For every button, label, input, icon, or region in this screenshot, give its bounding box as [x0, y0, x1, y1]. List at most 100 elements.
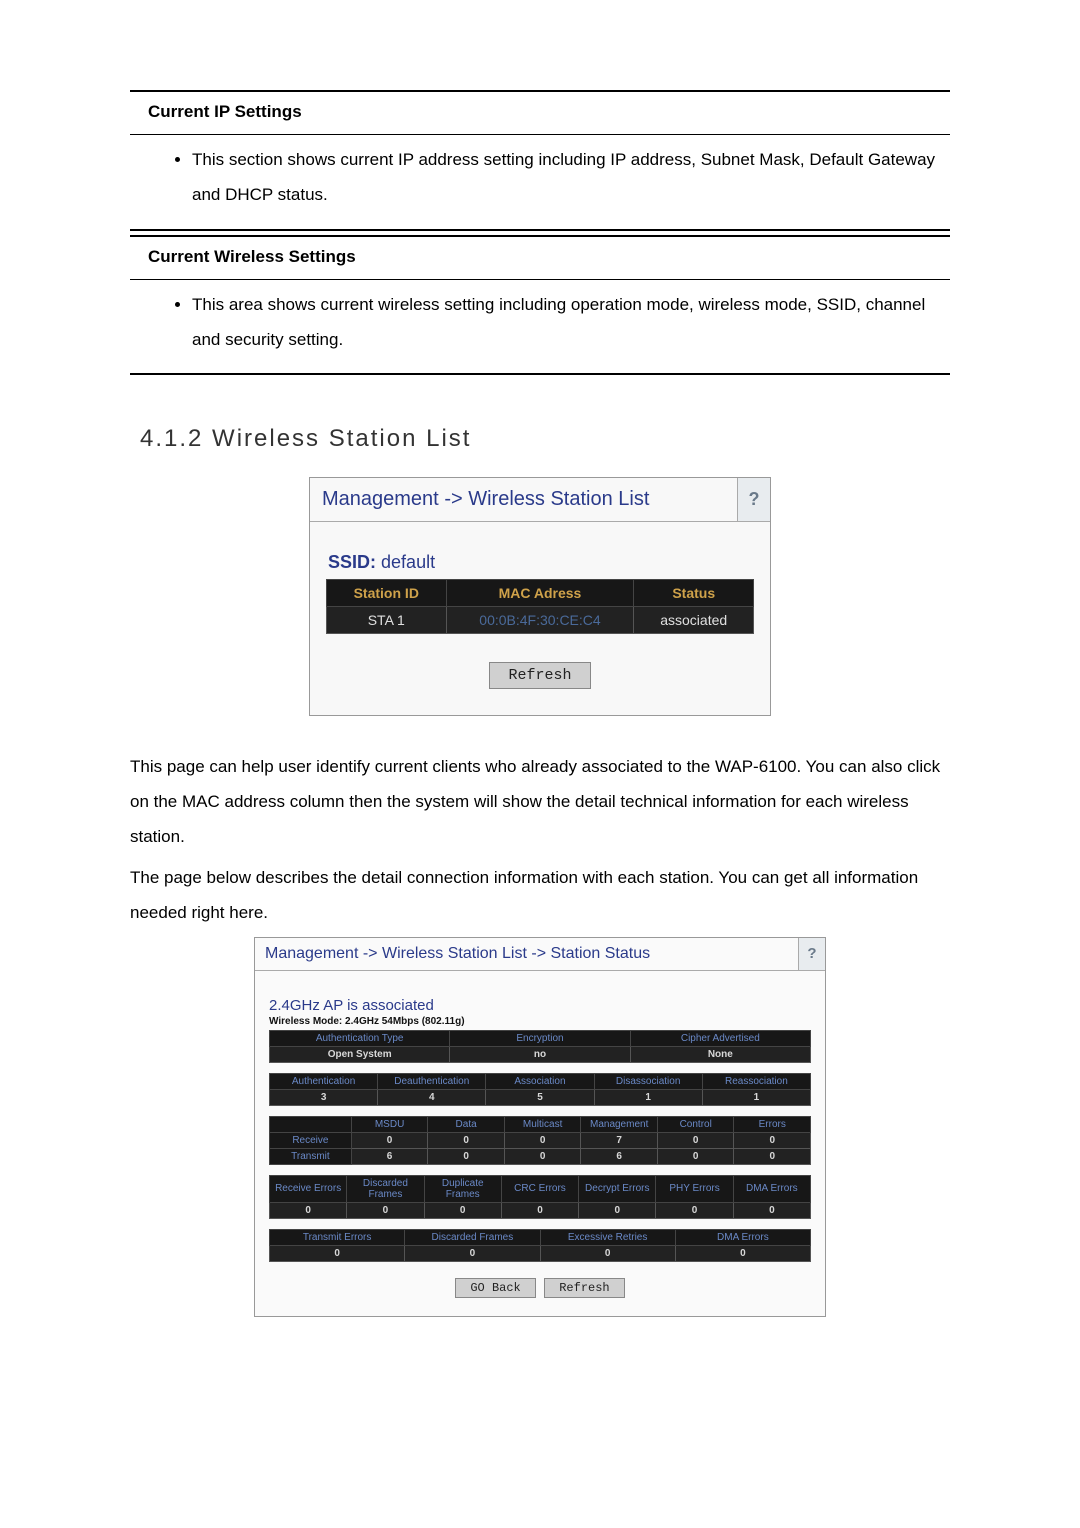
cell: 0 — [657, 1132, 734, 1148]
tx-errors-table: Transmit Errors Discarded Frames Excessi… — [269, 1229, 811, 1262]
paragraph: The page below describes the detail conn… — [130, 861, 950, 931]
ssid-label: SSID: — [328, 552, 376, 572]
table-row: 0 0 0 0 — [270, 1245, 811, 1261]
chevron-right-icon: -> — [444, 488, 468, 510]
table-row: Receive 0 0 0 7 0 0 — [270, 1132, 811, 1148]
cell: 3 — [270, 1089, 378, 1105]
breadcrumb-item: Wireless Station List — [382, 945, 527, 962]
cell-station-id: STA 1 — [327, 607, 447, 634]
rx-errors-table: Receive Errors Discarded Frames Duplicat… — [269, 1175, 811, 1219]
ssid-value: default — [381, 552, 435, 572]
station-table: Station ID MAC Adress Status STA 1 00:0B… — [326, 579, 754, 634]
table-row: 3 4 5 1 1 — [270, 1089, 811, 1105]
col-station-id: Station ID — [327, 580, 447, 607]
refresh-button[interactable]: Refresh — [544, 1278, 624, 1298]
col: Disassociation — [594, 1073, 702, 1089]
cell: 6 — [351, 1148, 428, 1164]
section-current-wireless: Current Wireless Settings This area show… — [130, 235, 950, 376]
cell: 0 — [351, 1132, 428, 1148]
col: Receive Errors — [270, 1175, 347, 1202]
col: Encryption — [450, 1030, 630, 1046]
table-row: 0 0 0 0 0 0 0 — [270, 1202, 811, 1218]
col: Transmit Errors — [270, 1229, 405, 1245]
cell: 0 — [675, 1245, 810, 1261]
table-row: Open System no None — [270, 1046, 811, 1062]
go-back-button[interactable]: GO Back — [455, 1278, 535, 1298]
col: Authentication — [270, 1073, 378, 1089]
col: Association — [486, 1073, 594, 1089]
cell: 0 — [734, 1132, 811, 1148]
ap-status-line: 2.4GHz AP is associated — [269, 997, 811, 1014]
cell-mac-link[interactable]: 00:0B:4F:30:CE:C4 — [446, 607, 634, 634]
col: Errors — [734, 1116, 811, 1132]
cell: 0 — [657, 1148, 734, 1164]
section-body: This area shows current wireless setting… — [130, 280, 950, 374]
cell: 0 — [734, 1148, 811, 1164]
cell: 0 — [405, 1245, 540, 1261]
col: Authentication Type — [270, 1030, 450, 1046]
col-mac: MAC Adress — [446, 580, 634, 607]
cell: 0 — [540, 1245, 675, 1261]
col: Cipher Advertised — [630, 1030, 810, 1046]
cell: 0 — [733, 1202, 810, 1218]
subsection-heading: 4.1.2 Wireless Station List — [140, 425, 950, 453]
col: Data — [428, 1116, 505, 1132]
col: Control — [657, 1116, 734, 1132]
cell: 0 — [428, 1132, 505, 1148]
wireless-station-list-panel: Management -> Wireless Station List ? SS… — [309, 477, 771, 716]
col-status: Status — [634, 580, 754, 607]
col: Discarded Frames — [347, 1175, 424, 1202]
breadcrumb-item: Management — [322, 488, 439, 510]
col: PHY Errors — [656, 1175, 733, 1202]
col: Reassociation — [702, 1073, 810, 1089]
paragraph: This page can help user identify current… — [130, 750, 950, 855]
cell: 0 — [504, 1132, 581, 1148]
col: DMA Errors — [675, 1229, 810, 1245]
cell: 7 — [581, 1132, 658, 1148]
col: DMA Errors — [733, 1175, 810, 1202]
section-body: This section shows current IP address se… — [130, 135, 950, 229]
breadcrumb-item: Wireless Station List — [468, 488, 649, 510]
breadcrumb: Management -> Wireless Station List — [310, 478, 737, 521]
cell: 6 — [581, 1148, 658, 1164]
cell: 4 — [378, 1089, 486, 1105]
col: CRC Errors — [501, 1175, 578, 1202]
col: MSDU — [351, 1116, 428, 1132]
breadcrumb-item: Station Status — [550, 945, 650, 962]
section-title: Current IP Settings — [130, 92, 950, 135]
col: Management — [581, 1116, 658, 1132]
cell: 0 — [501, 1202, 578, 1218]
breadcrumb: Management -> Wireless Station List -> S… — [255, 938, 798, 970]
wireless-mode-line: Wireless Mode: 2.4GHz 54Mbps (802.11g) — [269, 1016, 811, 1027]
table-row: Transmit 6 0 0 6 0 0 — [270, 1148, 811, 1164]
section-title: Current Wireless Settings — [130, 237, 950, 280]
cell: 1 — [594, 1089, 702, 1105]
refresh-button[interactable]: Refresh — [489, 662, 590, 689]
cell: Open System — [270, 1046, 450, 1062]
col: Decrypt Errors — [579, 1175, 656, 1202]
breadcrumb-item: Management — [265, 945, 358, 962]
cell: 0 — [270, 1245, 405, 1261]
panel-titlebar: Management -> Wireless Station List ? — [310, 478, 770, 522]
section-current-ip: Current IP Settings This section shows c… — [130, 90, 950, 231]
chevron-right-icon: -> — [363, 945, 382, 962]
cell: 0 — [270, 1202, 347, 1218]
chevron-right-icon: -> — [531, 945, 550, 962]
help-icon[interactable]: ? — [798, 938, 825, 970]
cell: 0 — [424, 1202, 501, 1218]
col: Duplicate Frames — [424, 1175, 501, 1202]
panel-titlebar: Management -> Wireless Station List -> S… — [255, 938, 825, 971]
cell: no — [450, 1046, 630, 1062]
cell: 0 — [504, 1148, 581, 1164]
help-icon[interactable]: ? — [737, 478, 770, 521]
col: Excessive Retries — [540, 1229, 675, 1245]
station-status-panel: Management -> Wireless Station List -> S… — [254, 937, 826, 1317]
cell: 0 — [428, 1148, 505, 1164]
cell-status: associated — [634, 607, 754, 634]
ssid-line: SSID: default — [326, 552, 754, 573]
cell: 0 — [347, 1202, 424, 1218]
col: Multicast — [504, 1116, 581, 1132]
section-bullet: This area shows current wireless setting… — [192, 288, 950, 358]
row-label: Transmit — [270, 1148, 352, 1164]
col-blank — [270, 1116, 352, 1132]
